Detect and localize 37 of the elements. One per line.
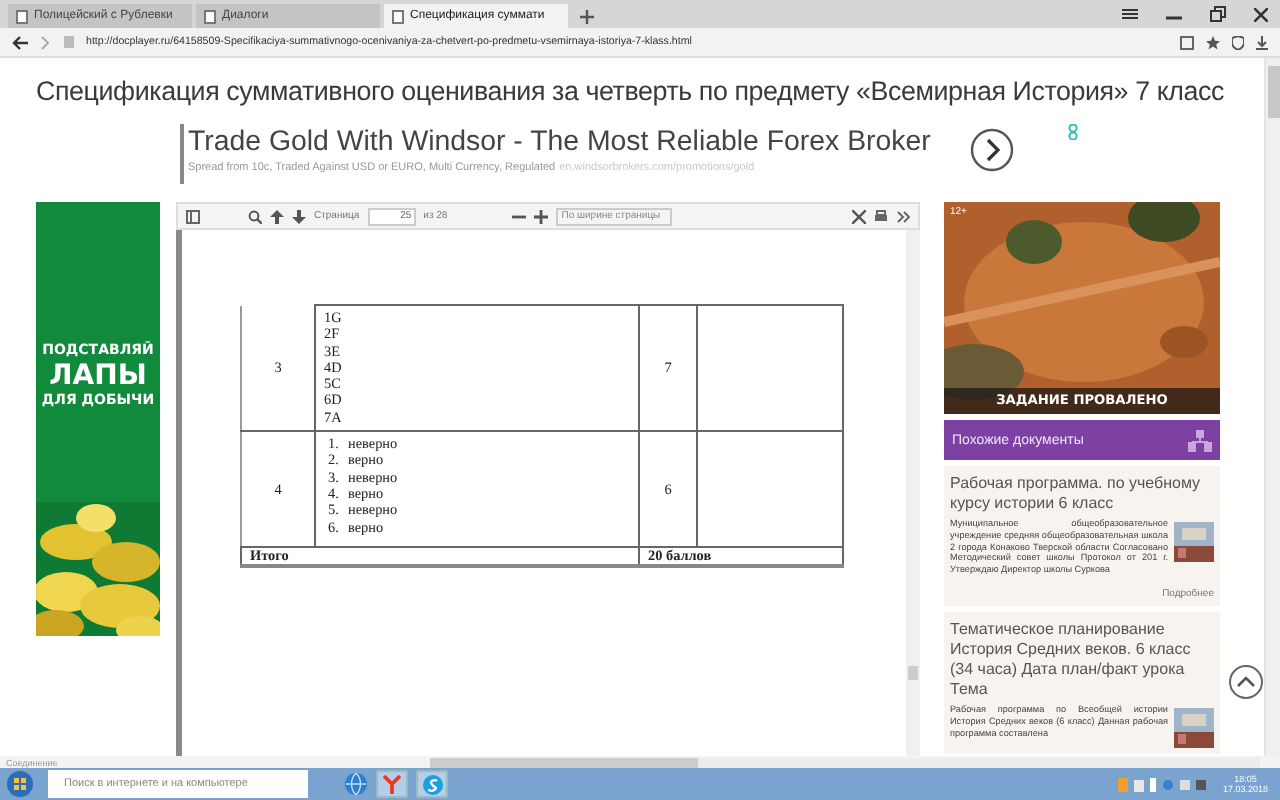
chevron-right-icon[interactable]	[970, 128, 1014, 172]
scrollbar-thumb[interactable]	[1268, 66, 1280, 118]
arrow-down-icon[interactable]	[292, 209, 306, 223]
page-icon	[392, 9, 404, 23]
document-title[interactable]: Тематическое планирование История Средних веков. 6 класс (34 часа) Дата план/факт урока Тема	[950, 619, 1214, 700]
zoom-in-icon[interactable]	[533, 209, 548, 223]
browser-icon[interactable]	[382, 774, 402, 794]
print-icon[interactable]	[874, 209, 888, 223]
chat-icon[interactable]	[421, 773, 443, 795]
document-card[interactable]	[944, 466, 1220, 606]
scroll-to-top-icon[interactable]	[1228, 664, 1264, 700]
globe-icon[interactable]	[344, 772, 368, 796]
restore-icon[interactable]	[1210, 6, 1226, 22]
reader-icon[interactable]	[1180, 35, 1194, 49]
download-icon[interactable]	[1256, 35, 1268, 49]
document-title[interactable]: Рабочая программа. по учебному курсу истории 6 класс	[950, 474, 1214, 514]
menu-icon[interactable]	[1122, 8, 1138, 20]
page-icon	[204, 9, 216, 23]
sidebar-icon[interactable]	[186, 209, 200, 223]
ad-title[interactable]: Trade Gold With Windsor - The Most Reliable Forex Broker	[188, 126, 958, 158]
ad-slogan: ЛАПЫ	[49, 360, 147, 392]
arrow-up-icon[interactable]	[270, 209, 284, 223]
page-title: Спецификация суммативного оценивания за четверть по предмету «Всемирная История» 7 класс	[34, 74, 1227, 110]
scrollbar-thumb[interactable]	[430, 757, 698, 767]
start-icon[interactable]	[6, 770, 34, 798]
close-icon[interactable]	[1254, 7, 1268, 21]
star-icon[interactable]	[1206, 35, 1220, 49]
more-icon[interactable]	[896, 209, 910, 223]
new-tab-icon[interactable]	[580, 9, 594, 23]
back-icon[interactable]	[12, 35, 28, 49]
documents-icon	[1188, 429, 1212, 451]
shield-icon[interactable]	[1232, 35, 1244, 49]
search-icon[interactable]	[248, 209, 262, 223]
tray-icons-drawing	[1118, 777, 1207, 791]
page-icon	[16, 9, 28, 23]
page-icon	[64, 36, 74, 48]
scrollbar-thumb[interactable]	[908, 666, 918, 680]
